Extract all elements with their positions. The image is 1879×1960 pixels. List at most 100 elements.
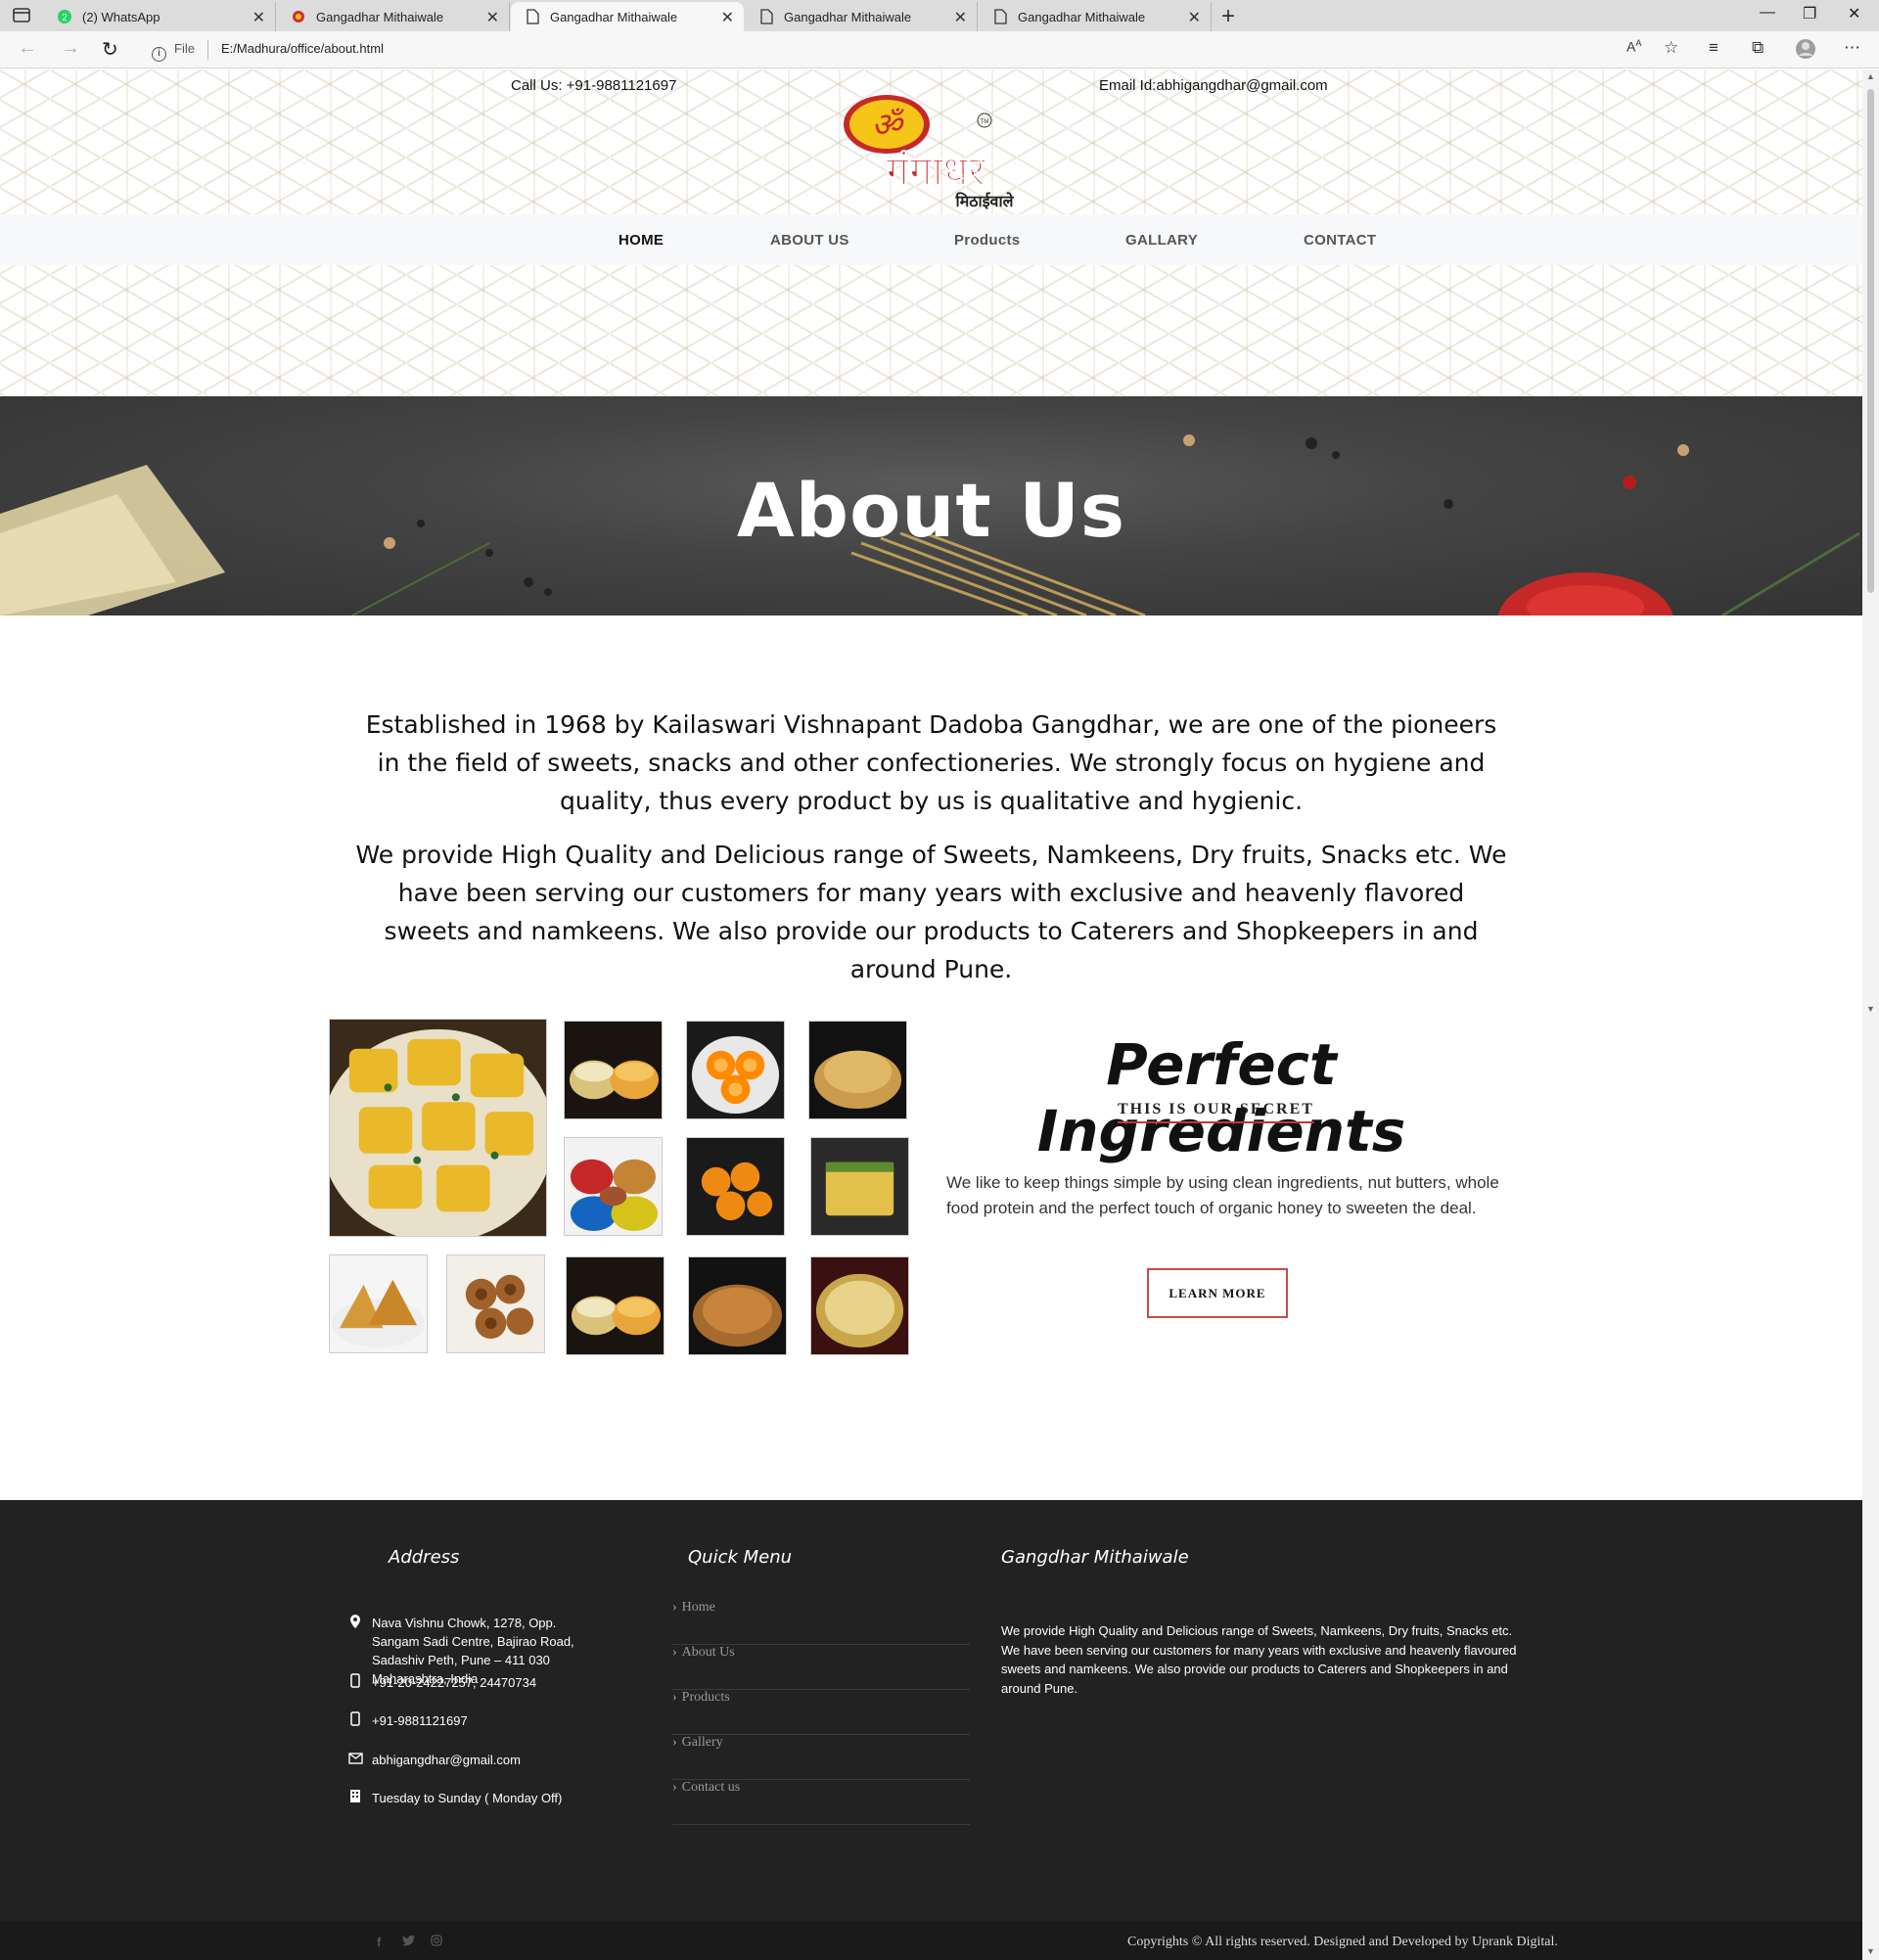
- footer-brand-description: We provide High Quality and Delicious ra…: [1001, 1623, 1517, 1696]
- collections-icon[interactable]: ⧉: [1752, 38, 1764, 58]
- profile-icon[interactable]: [1795, 38, 1816, 65]
- logo-om: ॐ: [871, 106, 904, 145]
- tab-title: Gangadhar Mithaiwale: [316, 9, 444, 24]
- gallery-image-bakarwadi[interactable]: [446, 1254, 545, 1353]
- chevron-right-icon: ›: [672, 1780, 677, 1795]
- nav-products[interactable]: Products: [954, 232, 1020, 249]
- minimize-icon[interactable]: —: [1760, 4, 1775, 22]
- footer-link-gallery[interactable]: › Gallery: [672, 1735, 970, 1780]
- tab-title: Gangadhar Mithaiwale: [1018, 9, 1146, 24]
- gallery-image-laddoo[interactable]: [686, 1137, 785, 1236]
- nav-gallery[interactable]: GALLARY: [1125, 232, 1198, 249]
- whatsapp-icon: 2: [57, 9, 72, 24]
- favorites-icon[interactable]: ≡: [1709, 38, 1719, 58]
- site-footer: Address Nava Vishnu Chowk, 1278, Opp. Sa…: [0, 1500, 1862, 1921]
- logo-tm: TM: [981, 119, 989, 125]
- nav-home[interactable]: HOME: [619, 232, 664, 249]
- page-icon: [758, 9, 774, 24]
- refresh-icon[interactable]: ↻: [102, 37, 118, 62]
- browser-tab[interactable]: Gangadhar Mithaiwale ✕: [277, 2, 510, 31]
- facebook-icon[interactable]: f: [377, 1935, 381, 1949]
- address-bar: ← → ↻ i File E:/Madhura/office/about.html…: [0, 31, 1879, 68]
- gallery-image-kheer[interactable]: [810, 1256, 909, 1355]
- phone-icon: [348, 1673, 362, 1693]
- browser-tab-bar: 2 (2) WhatsApp ✕ Gangadhar Mithaiwale ✕ …: [0, 0, 1879, 31]
- gallery-image-namkeen[interactable]: [808, 1021, 907, 1119]
- learn-more-button[interactable]: LEARN MORE: [1147, 1268, 1288, 1318]
- footer-link-products[interactable]: › Products: [672, 1690, 970, 1735]
- instagram-icon[interactable]: [431, 1935, 442, 1949]
- nav-about-us[interactable]: ABOUT US: [770, 232, 849, 249]
- url-field[interactable]: E:/Madhura/office/about.html: [221, 41, 384, 56]
- map-pin-icon: [348, 1614, 362, 1634]
- footer-brand-heading: Gangdhar Mithaiwale: [1001, 1547, 1189, 1568]
- gallery-image-jalebi[interactable]: [686, 1021, 785, 1119]
- back-icon[interactable]: ←: [18, 37, 37, 60]
- gallery-image-samosa[interactable]: [329, 1254, 428, 1353]
- scrollbar-thumb[interactable]: [1867, 89, 1874, 593]
- close-tab-icon[interactable]: ✕: [252, 8, 265, 27]
- restore-icon[interactable]: ❐: [1803, 4, 1816, 23]
- close-tab-icon[interactable]: ✕: [486, 8, 499, 27]
- gallery-image-khandvi[interactable]: [329, 1019, 547, 1237]
- read-aloud-icon[interactable]: AA: [1627, 38, 1641, 55]
- page-scrollbar[interactable]: ▲ ▼ ▼: [1862, 69, 1879, 1960]
- footer-email: abhigangdhar@gmail.com: [348, 1751, 597, 1769]
- main-nav: HOME ABOUT US Products GALLARY CONTACT: [0, 214, 1862, 265]
- gallery-image-snack-bowls[interactable]: [564, 1137, 663, 1236]
- copyright-text: Copyrights © All rights reserved. Design…: [1127, 1935, 1558, 1949]
- browser-tab-active[interactable]: Gangadhar Mithaiwale ✕: [511, 2, 744, 31]
- footer-link-contact[interactable]: › Contact us: [672, 1780, 970, 1825]
- svg-text:2: 2: [62, 13, 68, 23]
- info-icon: i: [152, 47, 166, 62]
- scroll-up-icon[interactable]: ▲: [1866, 71, 1875, 81]
- nav-contact[interactable]: CONTACT: [1304, 232, 1376, 249]
- close-window-icon[interactable]: ✕: [1848, 4, 1860, 23]
- new-tab-icon[interactable]: +: [1221, 3, 1235, 30]
- footer-address-heading: Address: [389, 1547, 460, 1568]
- browser-tab[interactable]: Gangadhar Mithaiwale ✕: [979, 2, 1212, 31]
- logo-subtext: मिठाईवाले: [955, 192, 1015, 210]
- chevron-right-icon: ›: [672, 1690, 677, 1705]
- gallery-image-dessert-bowls-2[interactable]: [566, 1256, 665, 1355]
- gallery-image-dhokla[interactable]: [810, 1137, 909, 1236]
- site-logo[interactable]: ॐ गंगाधर मिठाईवाले TM: [840, 91, 1022, 210]
- gallery-image-mixture[interactable]: [688, 1256, 787, 1355]
- scroll-down-icon[interactable]: ▼: [1866, 1946, 1875, 1956]
- chevron-right-icon: ›: [672, 1645, 677, 1660]
- ingredients-title: Perfect Ingredients: [1036, 1031, 1406, 1164]
- page-icon: [992, 9, 1008, 24]
- twitter-icon[interactable]: [402, 1935, 416, 1949]
- footer-phone-landline: +91-20-24227257, 24470734: [350, 1673, 597, 1692]
- footer-link-about[interactable]: › About Us: [672, 1645, 970, 1690]
- tab-actions-icon[interactable]: [12, 7, 33, 24]
- forward-icon[interactable]: →: [61, 37, 80, 60]
- phone-icon: [348, 1711, 362, 1731]
- site-favicon: [291, 9, 306, 24]
- site-info-button[interactable]: i File: [152, 41, 195, 62]
- scroll-marker-icon: ▼: [1866, 1004, 1875, 1014]
- chevron-right-icon: ›: [672, 1735, 677, 1750]
- page-icon: [525, 9, 540, 24]
- close-tab-icon[interactable]: ✕: [1188, 8, 1201, 27]
- close-tab-icon[interactable]: ✕: [721, 8, 734, 27]
- ingredients-subtitle: THIS IS OUR SECRET: [1118, 1101, 1314, 1123]
- browser-tab[interactable]: Gangadhar Mithaiwale ✕: [745, 2, 978, 31]
- close-tab-icon[interactable]: ✕: [954, 8, 967, 27]
- banner-title: About Us: [736, 467, 1126, 554]
- add-favorite-icon[interactable]: ☆: [1664, 38, 1678, 58]
- building-icon: [348, 1789, 362, 1808]
- page-viewport: Call Us: +91-9881121697 Email Id:abhigan…: [0, 69, 1862, 1960]
- browser-tab[interactable]: 2 (2) WhatsApp ✕: [43, 2, 276, 31]
- intro-paragraph-1: Established in 1968 by Kailaswari Vishna…: [365, 710, 1497, 815]
- gallery-image-dessert-bowls[interactable]: [564, 1021, 663, 1119]
- url-separator: [207, 40, 208, 60]
- footer-link-home[interactable]: › Home: [672, 1600, 970, 1645]
- tab-title: Gangadhar Mithaiwale: [784, 9, 912, 24]
- settings-menu-icon[interactable]: ⋯: [1844, 38, 1860, 58]
- footer-quick-menu-heading: Quick Menu: [688, 1547, 793, 1568]
- header-email: Email Id:abhigangdhar@gmail.com: [1099, 77, 1328, 94]
- ingredients-description: We like to keep things simple by using c…: [946, 1173, 1499, 1217]
- footer-hours: Tuesday to Sunday ( Monday Off): [350, 1789, 597, 1807]
- envelope-icon: [348, 1751, 363, 1769]
